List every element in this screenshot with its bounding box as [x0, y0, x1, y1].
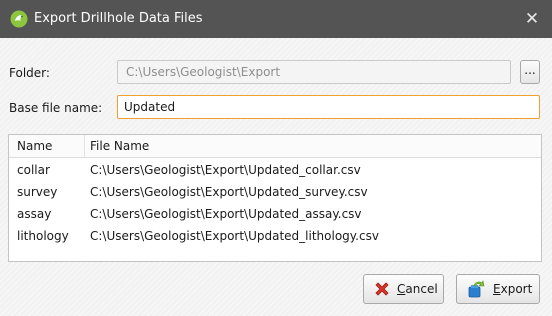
row-file-name: C:\Users\Geologist\Export\Updated_assay.…	[90, 207, 362, 221]
browse-button[interactable]: ...	[520, 60, 540, 84]
row-name: lithology	[17, 229, 69, 243]
base-file-name-input[interactable]: Updated	[117, 95, 540, 119]
export-icon	[468, 280, 485, 298]
row-name: survey	[17, 185, 58, 199]
row-file-name: C:\Users\Geologist\Export\Updated_survey…	[90, 185, 368, 199]
cancel-label: Cancel	[397, 282, 438, 296]
row-name: assay	[17, 207, 52, 221]
window-title: Export Drillhole Data Files	[34, 11, 203, 26]
export-button[interactable]: Export	[456, 274, 540, 304]
column-header-name[interactable]: Name	[17, 139, 52, 153]
dialog-body: Folder: C:\Users\Geologist\Export ... Ba…	[0, 38, 552, 316]
folder-label: Folder:	[9, 66, 50, 80]
files-table: Name File Name collar C:\Users\Geologist…	[8, 134, 542, 262]
table-header: Name File Name	[9, 135, 541, 158]
column-header-file-name[interactable]: File Name	[90, 139, 149, 153]
column-divider[interactable]	[84, 135, 85, 157]
folder-field[interactable]: C:\Users\Geologist\Export	[117, 60, 511, 84]
table-row[interactable]: assay C:\Users\Geologist\Export\Updated_…	[9, 203, 541, 225]
table-row[interactable]: lithology C:\Users\Geologist\Export\Upda…	[9, 225, 541, 247]
row-name: collar	[17, 163, 50, 177]
cancel-button[interactable]: Cancel	[363, 274, 444, 304]
title-bar: Export Drillhole Data Files ✕	[0, 0, 552, 38]
row-file-name: C:\Users\Geologist\Export\Updated_collar…	[90, 163, 361, 177]
close-icon[interactable]: ✕	[512, 0, 552, 38]
table-row[interactable]: collar C:\Users\Geologist\Export\Updated…	[9, 159, 541, 181]
red-x-icon	[375, 282, 389, 296]
export-dialog: Export Drillhole Data Files ✕ Folder: C:…	[0, 0, 552, 316]
leapfrog-app-icon	[10, 10, 28, 28]
export-label: Export	[493, 282, 533, 296]
base-file-name-label: Base file name:	[9, 101, 103, 115]
row-file-name: C:\Users\Geologist\Export\Updated_lithol…	[90, 229, 379, 243]
table-row[interactable]: survey C:\Users\Geologist\Export\Updated…	[9, 181, 541, 203]
